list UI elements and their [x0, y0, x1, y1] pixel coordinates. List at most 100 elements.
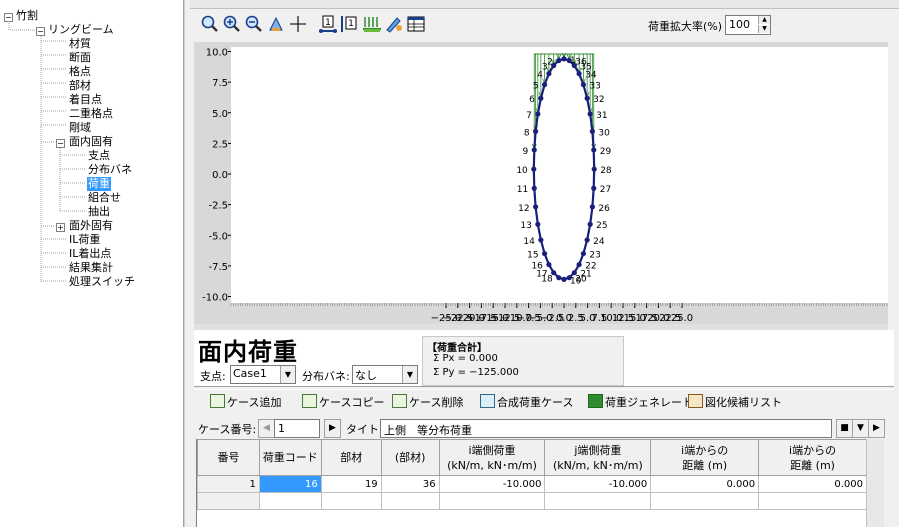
spin-up-button[interactable]: ▲ — [758, 16, 770, 24]
node — [589, 128, 595, 134]
figure-list-label: 図化候補リスト — [705, 396, 782, 409]
cell-empty[interactable] — [758, 492, 867, 510]
load-sum-box: 【荷重合計】 Σ Px = 0.000 Σ Py = −125.000 — [422, 336, 624, 386]
col-header-member[interactable]: 部材 — [320, 439, 382, 476]
case-number-label: ケース番号: — [198, 423, 257, 436]
node-label: 33 — [589, 82, 600, 92]
node — [531, 166, 537, 172]
node-label: 4 — [537, 71, 543, 81]
y-tick-label: -7.5 — [208, 262, 228, 273]
node-label: 23 — [589, 251, 600, 261]
col-header-j-end-load[interactable]: j端側荷重 (kN/m, kN･m/m) — [544, 439, 652, 476]
add-case-label: ケース追加 — [227, 396, 282, 409]
spin-down-button[interactable]: ▼ — [758, 25, 770, 33]
cell-empty[interactable] — [197, 492, 260, 510]
cell-member-to[interactable]: 36 — [380, 475, 440, 493]
node-label: 11 — [517, 185, 528, 195]
col-header-load-code[interactable]: 荷重コード — [258, 439, 322, 476]
zoom-out-icon[interactable] — [244, 14, 264, 34]
node-label: 27 — [600, 185, 611, 195]
node — [541, 82, 548, 88]
down-button[interactable]: ▼ — [852, 419, 869, 438]
cell-i-distance-2[interactable]: 0.000 — [758, 475, 867, 493]
sum-title: 【荷重合計】 — [427, 343, 487, 354]
toolbar: 1 1 荷重拡大率(%) 100 ▲ ▼ — [194, 12, 894, 40]
load-table[interactable]: 番号 荷重コード 部材 (部材) i端側荷重 (kN/m, kN･m/m) j端… — [196, 439, 867, 527]
cursor-cross-icon[interactable] — [288, 14, 308, 34]
node-label: 24 — [593, 237, 605, 247]
prev-case-button[interactable]: ◀ — [258, 419, 275, 438]
node — [591, 166, 597, 172]
structure-plot[interactable]: 10.07.55.02.50.0-2.5-5.0-7.5-10.0 −25.0−… — [194, 42, 888, 326]
splitter[interactable] — [184, 0, 191, 527]
zoom-rate-label: 荷重拡大率(%) — [648, 20, 723, 33]
table-row[interactable]: 1 16 19 36 -10.000 -10.000 0.000 0.000 — [197, 475, 867, 493]
sum-py: Σ Py = −125.000 — [433, 367, 519, 378]
cell-empty[interactable] — [438, 492, 546, 510]
node-label: 5 — [533, 82, 539, 92]
node-number-icon[interactable]: 1 — [318, 14, 338, 34]
cell-j-load[interactable]: -10.000 — [544, 475, 652, 493]
load-display-icon[interactable] — [362, 14, 382, 34]
col-header-member-to[interactable]: (部材) — [380, 439, 440, 476]
add-case-button[interactable]: ケース追加 — [210, 394, 281, 410]
combined-load-case-button[interactable]: 合成荷重ケース — [480, 394, 573, 410]
right-button[interactable]: ▶ — [868, 419, 885, 438]
cell-number[interactable]: 1 — [197, 475, 260, 493]
cell-empty[interactable] — [258, 492, 322, 510]
node-label: 31 — [596, 111, 607, 121]
figure-list-icon — [688, 394, 703, 408]
y-tick-label: -5.0 — [208, 231, 228, 242]
member-number-icon[interactable]: 1 — [340, 14, 360, 34]
node-label: 15 — [527, 251, 538, 261]
table-view-icon[interactable] — [406, 14, 426, 34]
cell-member[interactable]: 19 — [320, 475, 382, 493]
cell-load-code[interactable]: 16 — [258, 475, 322, 493]
zoom-fit-icon[interactable] — [200, 14, 220, 34]
zoom-in-icon[interactable] — [222, 14, 242, 34]
node — [535, 111, 541, 117]
delete-case-button[interactable]: ケース削除 — [392, 394, 463, 410]
load-generate-label: 荷重ジェネレート — [605, 396, 693, 409]
cell-empty[interactable] — [380, 492, 440, 510]
stop-button[interactable]: ■ — [836, 419, 853, 438]
col-header-number[interactable]: 番号 — [197, 439, 260, 476]
spring-select[interactable]: なし ▼ — [352, 365, 418, 384]
navigation-tree[interactable]: − 竹割 − リングビーム 材質 断面 格点 部材 着目点 二重格点 剛域 − … — [0, 0, 184, 527]
pan-icon[interactable] — [266, 14, 286, 34]
chevron-down-icon[interactable]: ▼ — [402, 366, 417, 383]
cell-empty[interactable] — [650, 492, 760, 510]
copy-case-button[interactable]: ケースコピー — [302, 394, 384, 410]
delete-case-label: ケース削除 — [409, 396, 464, 409]
cell-i-distance-1[interactable]: 0.000 — [650, 475, 760, 493]
node — [556, 57, 562, 64]
y-tick-label: 2.5 — [212, 139, 228, 150]
edit-load-icon[interactable] — [384, 14, 404, 34]
y-tick-label: 5.0 — [212, 109, 228, 120]
table-scrollbar[interactable] — [866, 439, 884, 527]
case-number-input[interactable]: 1 — [274, 419, 320, 438]
cell-empty[interactable] — [544, 492, 652, 510]
node — [584, 95, 590, 101]
cell-i-load[interactable]: -10.000 — [438, 475, 546, 493]
cell-empty[interactable] — [320, 492, 382, 510]
node-label: 7 — [526, 111, 532, 121]
load-generate-button[interactable]: 荷重ジェネレート — [588, 394, 693, 410]
col-header-i-distance-1[interactable]: i端からの 距離 (m) — [650, 439, 760, 476]
node — [546, 261, 552, 268]
zoom-rate-input[interactable]: 100 ▲ ▼ — [725, 15, 771, 35]
col-header-i-end-load[interactable]: i端側荷重 (kN/m, kN･m/m) — [438, 439, 546, 476]
figure-candidate-list-button[interactable]: 図化候補リスト — [688, 394, 782, 410]
chevron-down-icon[interactable]: ▼ — [280, 366, 295, 383]
node — [561, 56, 567, 62]
node — [587, 221, 593, 227]
node-label: 8 — [524, 128, 530, 138]
next-case-button[interactable]: ▶ — [324, 419, 341, 438]
case-title-input[interactable]: 上側 等分布荷重 — [380, 419, 832, 438]
plot-area — [231, 47, 888, 303]
col-header-i-distance-2[interactable]: i端からの 距離 (m) — [758, 439, 867, 476]
support-select[interactable]: Case1 ▼ — [230, 365, 296, 384]
copy-case-icon — [302, 394, 317, 408]
node-label: 36 — [575, 58, 587, 68]
table-row-empty[interactable] — [197, 492, 867, 510]
